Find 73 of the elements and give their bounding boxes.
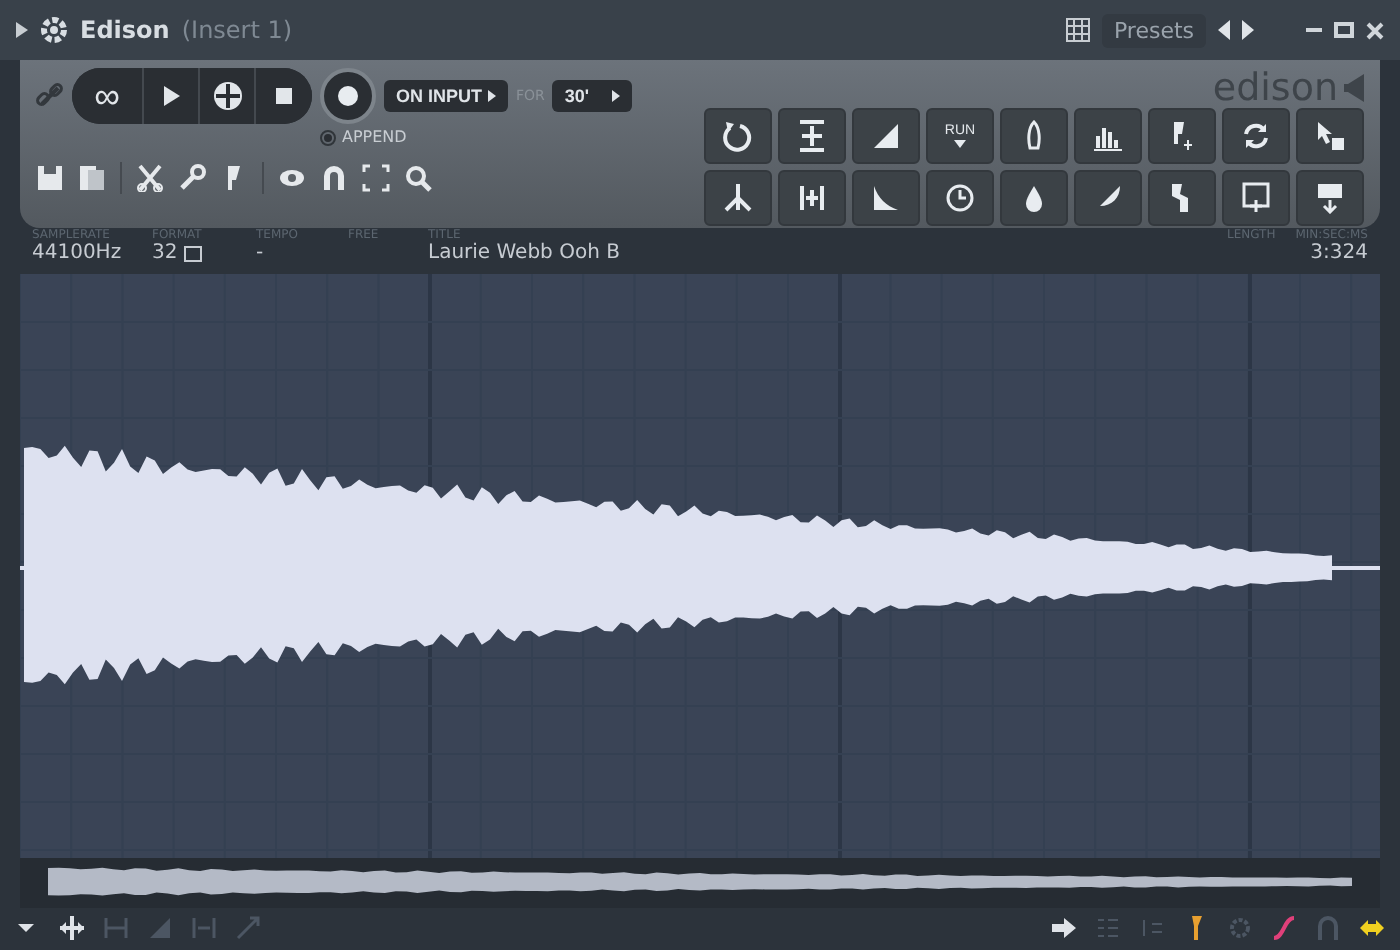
marker-icon xyxy=(796,182,828,214)
move-icon[interactable] xyxy=(60,916,84,940)
select-icon[interactable] xyxy=(362,164,390,192)
magnet-icon[interactable] xyxy=(320,164,348,192)
copy-icon[interactable] xyxy=(78,164,106,192)
split-icon xyxy=(722,182,754,214)
save-icon[interactable] xyxy=(36,164,64,192)
refresh-button[interactable] xyxy=(1222,108,1290,164)
info-value: 32 xyxy=(152,242,178,264)
settings-icon[interactable] xyxy=(40,16,68,44)
window-title: Edison xyxy=(80,16,170,44)
record-icon xyxy=(338,86,358,106)
rocket-button[interactable] xyxy=(1000,108,1068,164)
speaker-icon xyxy=(1344,74,1364,102)
info-value: 44100Hz xyxy=(32,242,120,264)
minimize-icon[interactable] xyxy=(1306,22,1322,38)
insert-button[interactable] xyxy=(1296,170,1364,226)
fade-in-button[interactable] xyxy=(852,108,920,164)
cursor-icon xyxy=(1314,120,1346,152)
caret-icon[interactable] xyxy=(16,22,28,38)
marker-button[interactable] xyxy=(778,170,846,226)
info-value: - xyxy=(256,242,266,264)
split-button[interactable] xyxy=(704,170,772,226)
zoom-icon[interactable] xyxy=(404,164,432,192)
presets-button[interactable]: Presets xyxy=(1101,13,1206,47)
maximize-icon[interactable] xyxy=(1334,22,1354,38)
fade-in-icon xyxy=(870,120,902,152)
record-mode-selector[interactable]: ON INPUT xyxy=(384,80,509,112)
link-icon[interactable] xyxy=(36,82,64,110)
drop-button[interactable] xyxy=(1000,170,1068,226)
fade-out-button[interactable] xyxy=(852,170,920,226)
record-button[interactable] xyxy=(320,68,376,124)
clock-icon xyxy=(944,182,976,214)
arrow-right-icon[interactable] xyxy=(1052,916,1076,940)
overview-scrollbar[interactable] xyxy=(20,858,1380,908)
cursor-button[interactable] xyxy=(1296,108,1364,164)
clock-button[interactable] xyxy=(926,170,994,226)
stop-icon xyxy=(276,88,292,104)
append-label: APPEND xyxy=(342,128,407,146)
caret-right-icon xyxy=(488,90,497,102)
eye-icon[interactable] xyxy=(278,164,306,192)
curve-icon[interactable] xyxy=(1272,916,1296,940)
append-radio[interactable] xyxy=(320,129,336,145)
info-value: Laurie Webb Ooh B xyxy=(428,242,620,264)
refresh-icon xyxy=(1240,120,1272,152)
feather-button[interactable] xyxy=(1074,170,1142,226)
insert-icon xyxy=(1314,182,1346,214)
length-value: 3:324 xyxy=(1310,242,1368,264)
normalize-icon xyxy=(796,120,828,152)
bars-button[interactable] xyxy=(1074,108,1142,164)
duration-selector[interactable]: 30' xyxy=(552,80,633,112)
arrow-left-icon[interactable] xyxy=(1218,20,1230,40)
caret-down-icon xyxy=(954,140,966,148)
fade-out-icon xyxy=(870,182,902,214)
arrows-icon[interactable] xyxy=(1360,916,1384,940)
loop-button[interactable]: ∞ xyxy=(72,68,144,124)
crosshair-icon xyxy=(211,80,243,112)
save-plus-button[interactable] xyxy=(1222,170,1290,226)
play-icon xyxy=(163,86,179,106)
normalize-button[interactable] xyxy=(778,108,846,164)
rotate-button[interactable] xyxy=(704,108,772,164)
caret-right-icon xyxy=(612,90,621,102)
waveform-view[interactable] xyxy=(20,274,1380,858)
scissors-icon[interactable] xyxy=(136,164,164,192)
grid-icon[interactable] xyxy=(1065,18,1090,42)
rotate-icon xyxy=(722,120,754,152)
folder-icon[interactable] xyxy=(183,245,202,261)
page-flag-button[interactable] xyxy=(1148,170,1216,226)
close-icon[interactable] xyxy=(1366,21,1384,39)
flag-plus-button[interactable] xyxy=(1148,108,1216,164)
save-plus-icon xyxy=(1240,182,1272,214)
window-subtitle: (Insert 1) xyxy=(181,16,293,44)
arrow-right-icon[interactable] xyxy=(1242,20,1254,40)
